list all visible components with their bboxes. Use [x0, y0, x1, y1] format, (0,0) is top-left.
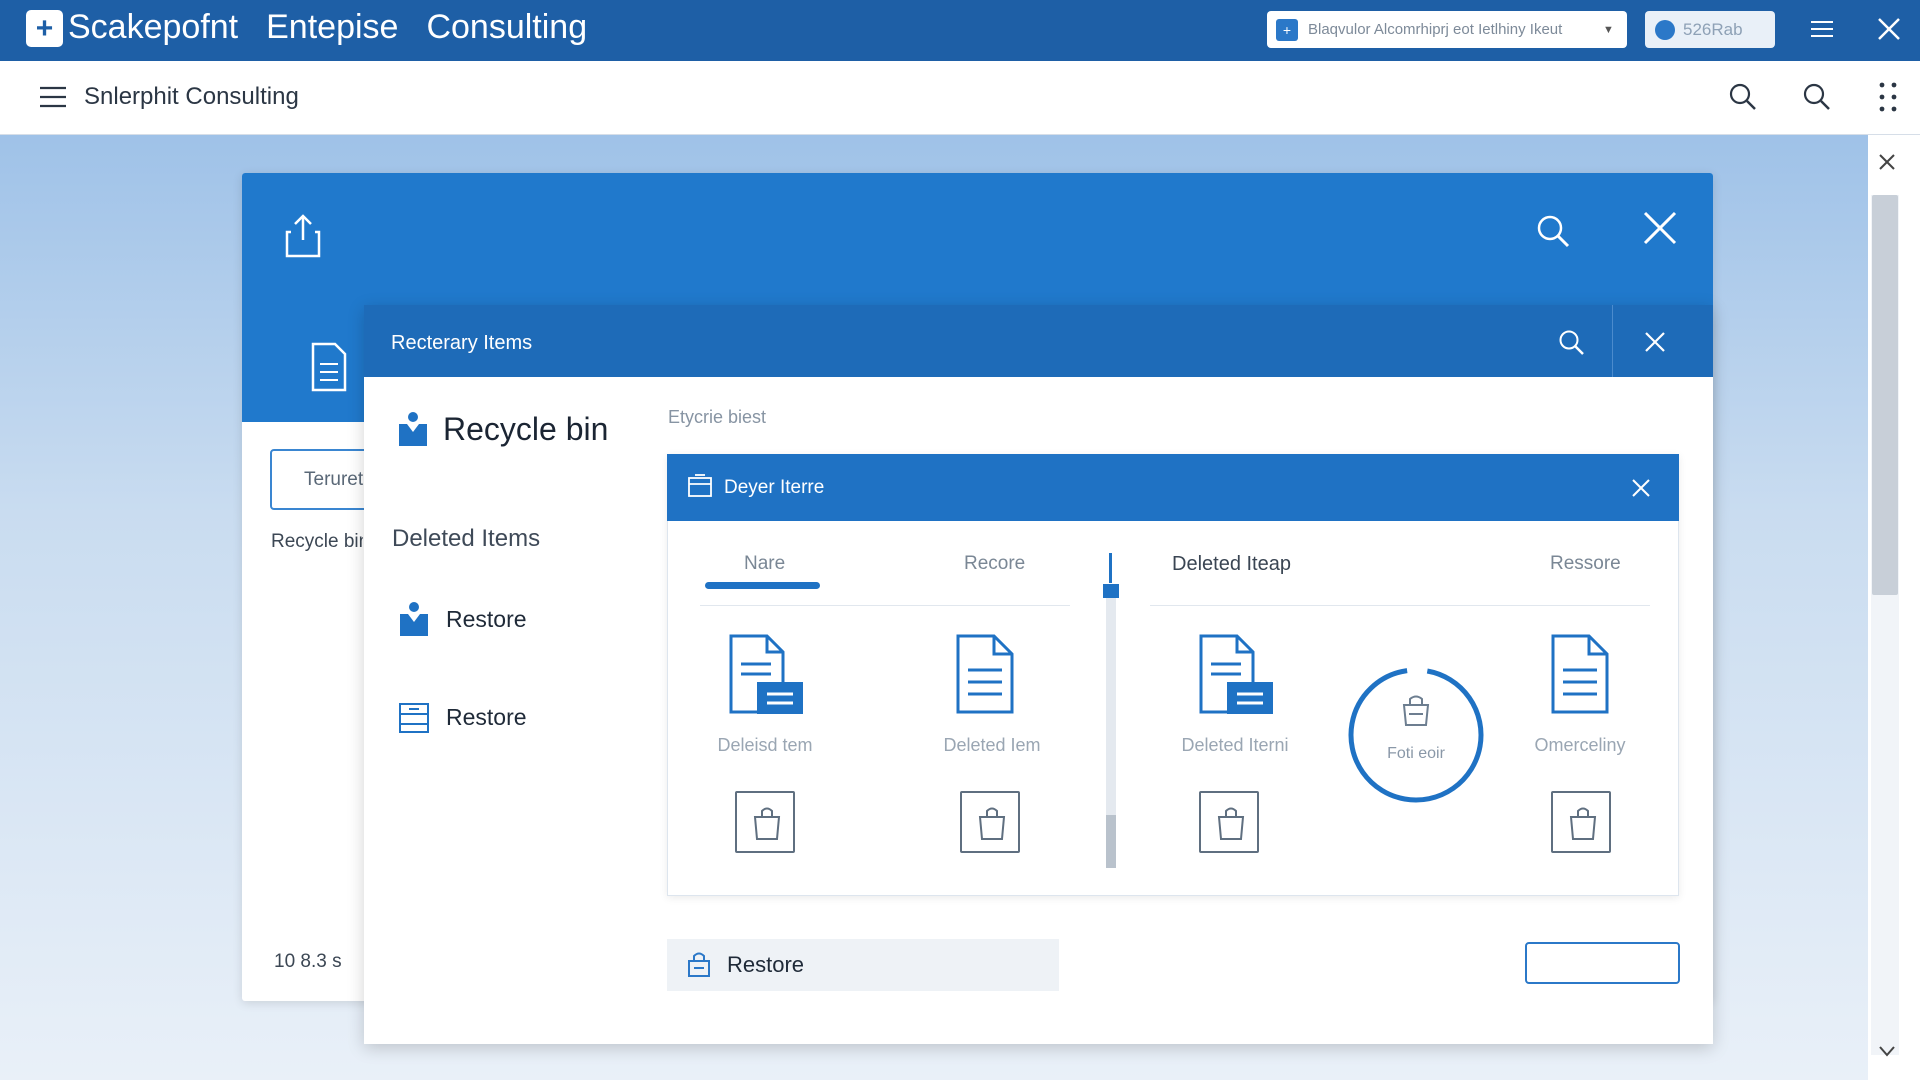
- column-header-restore[interactable]: Ressore: [1550, 553, 1621, 575]
- user-chip-label: 526Rab: [1683, 19, 1743, 39]
- header-divider: [700, 605, 1070, 606]
- tab-name[interactable]: Nare: [744, 553, 785, 575]
- active-tab-indicator: [705, 582, 820, 589]
- site-title[interactable]: Snlerphit Consulting: [84, 83, 299, 111]
- scrollbar-thumb[interactable]: [1872, 195, 1898, 595]
- restore-button[interactable]: Restore: [667, 939, 1059, 991]
- plus-icon: +: [1276, 18, 1298, 41]
- close-icon[interactable]: [1640, 208, 1680, 248]
- document-icon[interactable]: [950, 632, 1036, 718]
- recycle-user-icon: [399, 412, 427, 446]
- close-icon[interactable]: [1640, 327, 1670, 357]
- dialog-title: Recterary Items: [391, 332, 533, 354]
- bag-icon: [1569, 807, 1597, 840]
- header-divider: [1150, 605, 1650, 606]
- search-icon[interactable]: [1802, 82, 1832, 112]
- plus-logo-icon[interactable]: +: [26, 10, 63, 47]
- document-icon[interactable]: [309, 342, 349, 392]
- brand-word: Entepise: [266, 8, 399, 46]
- nav-restore-item[interactable]: Restore: [397, 600, 527, 638]
- column-header-deleted[interactable]: Deleted Iteap: [1172, 553, 1291, 576]
- bag-icon: [978, 807, 1006, 840]
- back-panel-label: Recycle bin: [271, 531, 363, 552]
- menu-icon[interactable]: [1808, 15, 1836, 43]
- chevron-down-icon[interactable]: [1876, 1040, 1898, 1062]
- document-stack-icon[interactable]: [1193, 632, 1279, 718]
- restore-item-button[interactable]: [1551, 791, 1611, 853]
- item-label: Deleisd tem: [717, 735, 813, 755]
- back-panel-header: [242, 173, 1713, 305]
- user-chip[interactable]: 526Rab: [1645, 11, 1775, 48]
- document-stack-icon[interactable]: [723, 632, 809, 718]
- chevron-down-icon: ▼: [1603, 23, 1614, 36]
- search-icon[interactable]: [1728, 82, 1758, 112]
- bag-icon: [753, 807, 781, 840]
- header-divider: [1612, 305, 1613, 377]
- restore-button-label: Restore: [727, 952, 805, 977]
- nav-heading-label: Recycle bin: [443, 410, 609, 447]
- brand-word: Consulting: [426, 8, 588, 46]
- search-icon[interactable]: [1557, 328, 1587, 358]
- close-icon[interactable]: [1874, 14, 1904, 44]
- nav-restore-item[interactable]: Restore: [397, 698, 527, 736]
- close-icon[interactable]: [1875, 150, 1899, 174]
- search-icon[interactable]: [1534, 212, 1572, 250]
- item-label: Deleted Iterni: [1181, 735, 1289, 755]
- user-icon: [1655, 19, 1675, 40]
- deleted-items-link[interactable]: Deleted Items: [392, 525, 540, 553]
- section-label: Etycrie biest: [668, 407, 767, 427]
- brand-word: Scakepofnt: [68, 8, 239, 46]
- share-icon[interactable]: [283, 212, 323, 260]
- hamburger-icon[interactable]: [38, 85, 68, 109]
- suite-bar: + Scakepofnt Entepise Consulting + Blaqvul…: [0, 0, 1920, 61]
- document-icon[interactable]: [1545, 632, 1631, 718]
- restore-item-button[interactable]: [1199, 791, 1259, 853]
- item-label: Deleted Iem: [943, 735, 1041, 755]
- context-dropdown[interactable]: + Blaqvulor Alcomrhiprj eot Ietlhiny Ike…: [1267, 11, 1627, 48]
- archive-icon: [688, 474, 712, 497]
- restore-item-button[interactable]: [735, 791, 795, 853]
- progress-ring[interactable]: [1347, 665, 1485, 805]
- item-count: 10 8.3 s: [274, 951, 342, 972]
- slider-handle[interactable]: [1103, 584, 1119, 598]
- recycle-bin-heading[interactable]: Recycle bin: [397, 410, 608, 448]
- nav-item-label: Restore: [446, 605, 527, 632]
- slider-fill: [1106, 815, 1116, 868]
- item-label: Omerceliny: [1534, 735, 1626, 755]
- column-header-restore[interactable]: Recore: [964, 553, 1025, 575]
- restore-item-button[interactable]: [960, 791, 1020, 853]
- slider-top: [1109, 553, 1112, 583]
- secondary-button[interactable]: [1525, 942, 1680, 984]
- site-header: Snlerphit Consulting: [0, 61, 1920, 135]
- close-icon[interactable]: [1628, 475, 1654, 501]
- archive-icon: [399, 703, 429, 733]
- dropdown-value: Blaqvulor Alcomrhiprj eot Ietlhiny Ikeut: [1308, 21, 1563, 38]
- dialog-header: [364, 305, 1713, 377]
- brand-title[interactable]: Scakepofnt Entepise Consulting: [68, 8, 615, 47]
- recycle-user-icon: [400, 602, 428, 636]
- progress-label: Foti eoir: [1387, 745, 1445, 762]
- restore-icon: [688, 952, 710, 977]
- grid-icon[interactable]: [1876, 80, 1900, 114]
- card-title: Deyer Iterre: [724, 477, 825, 498]
- bag-icon: [1217, 807, 1245, 840]
- nav-item-label: Restore: [446, 703, 527, 730]
